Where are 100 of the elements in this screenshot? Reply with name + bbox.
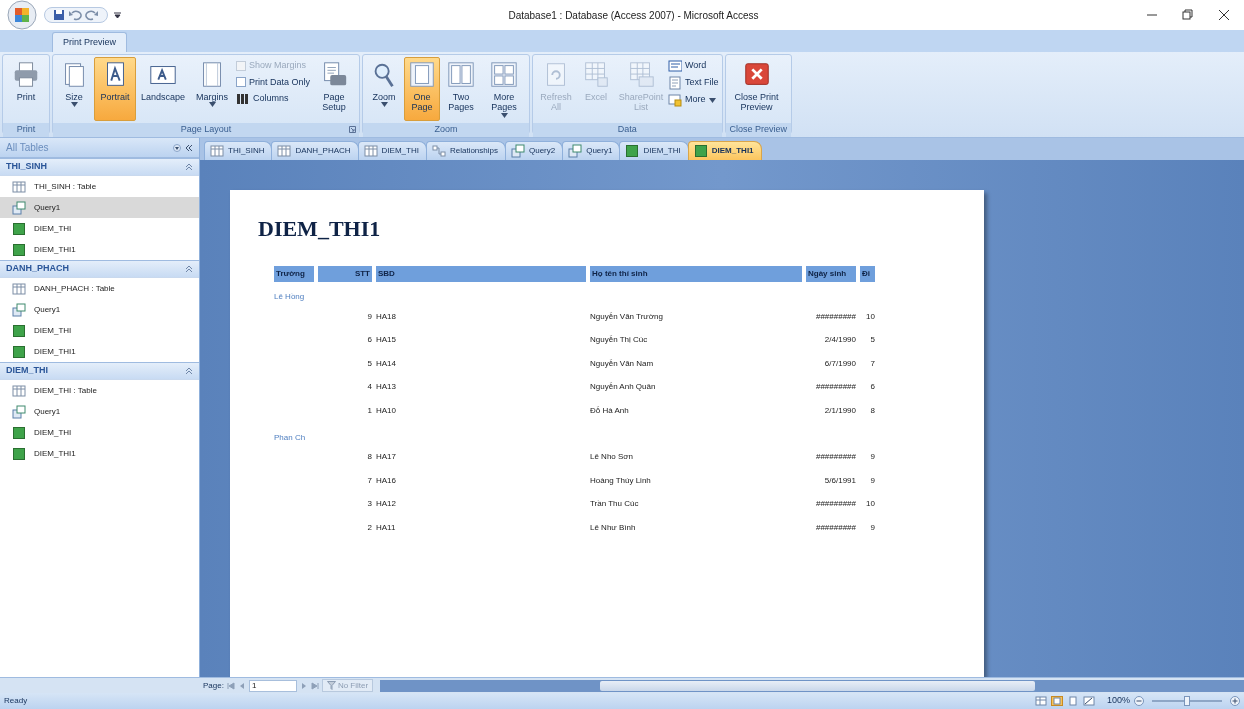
group-label: Page Layout [179, 123, 233, 136]
page-label: Page: [203, 679, 224, 692]
ribbon-button[interactable]: More Pages [482, 57, 527, 121]
table-cell: HA12 [376, 498, 396, 511]
column-header: SBD [376, 266, 586, 282]
zoom-in-icon[interactable] [1230, 696, 1240, 706]
page-number-field[interactable]: 1 [248, 679, 297, 692]
caret-icon [70, 102, 78, 108]
ribbon-tab[interactable]: Print Preview [52, 31, 127, 52]
ribbon-button[interactable]: Text File [668, 76, 719, 90]
table-cell: Hoàng Thúy Linh [590, 474, 651, 487]
query-icon [12, 200, 26, 215]
office-button-icon [6, 0, 38, 30]
table-cell: Lê Nho Sơn [590, 451, 634, 464]
dropdown-icon [173, 143, 181, 152]
table-cell: 6 [367, 334, 372, 347]
layout-view-icon[interactable] [1066, 696, 1079, 706]
table-cell: HA10 [376, 404, 396, 417]
two-pages-icon [446, 60, 477, 90]
table-cell: 3 [367, 498, 372, 511]
document-tab[interactable]: Query1 [562, 141, 621, 160]
dialog-launcher-icon[interactable] [349, 126, 357, 133]
table-cell: ######### [815, 498, 856, 511]
report-title: DIEM_THI1 [258, 218, 382, 240]
ribbon-button[interactable]: Page Setup [312, 57, 357, 121]
columns-icon [236, 92, 250, 106]
table-cell: HA14 [376, 357, 396, 370]
group-label: Print [15, 123, 37, 136]
next-page-icon[interactable] [299, 681, 308, 690]
checkbox[interactable] [236, 77, 246, 88]
ribbon-button[interactable]: Print [6, 57, 46, 121]
group-header[interactable]: THI_SINH [0, 158, 199, 176]
zoom-out-icon[interactable] [1134, 696, 1144, 706]
column-header: Ngày sinh [806, 266, 856, 282]
ribbon-button[interactable]: Close Print Preview [728, 57, 785, 121]
document-tab[interactable]: DIEM_THI [357, 141, 427, 160]
document-tab[interactable]: DIEM_THI [619, 141, 689, 160]
table-cell: Nguyễn Văn Nam [590, 357, 654, 370]
ribbon-button[interactable]: Word [668, 59, 719, 73]
export-icon [668, 93, 683, 107]
table-cell: 9 [870, 521, 875, 534]
print-preview-view-icon[interactable] [1050, 696, 1063, 706]
group-name: Lê Hồng [274, 292, 305, 301]
zoom-percent[interactable]: 100% [1106, 694, 1130, 708]
group-header[interactable]: DANH_PHACH [0, 260, 199, 278]
caret-icon [500, 112, 508, 118]
table-cell: 5 [367, 357, 372, 370]
document-tab[interactable]: Relationships [425, 141, 506, 160]
nav-item[interactable]: Query1 [0, 197, 199, 218]
table-cell: HA18 [376, 310, 396, 323]
slider-thumb[interactable] [1184, 696, 1190, 706]
last-page-icon[interactable] [310, 681, 319, 690]
table-cell: 5 [870, 334, 875, 347]
table-cell: 2 [367, 521, 372, 534]
table-cell: 2/4/1990 [824, 334, 856, 347]
group-title: DIEM_THI [6, 364, 49, 378]
ribbon-button[interactable]: Size [56, 57, 92, 121]
design-view-icon[interactable] [1082, 696, 1095, 706]
group-name: Phan Ch [274, 432, 306, 442]
document-tab[interactable]: DANH_PHACH [271, 141, 359, 160]
ribbon-button[interactable]: More [668, 93, 719, 107]
ribbon-button[interactable]: Columns [236, 92, 311, 106]
ribbon-button[interactable]: Landscape [138, 57, 188, 121]
table-cell: Trần Thu Cúc [590, 498, 639, 511]
four-pages-icon [489, 60, 520, 90]
status-text: Ready [4, 695, 29, 707]
query-icon [12, 302, 26, 317]
first-page-icon[interactable] [226, 681, 235, 690]
ribbon-button[interactable]: Portrait [94, 57, 136, 121]
document-tab[interactable]: THI_SINH [204, 141, 273, 160]
ribbon-button[interactable]: Zoom [366, 57, 403, 121]
datasheet-view-icon[interactable] [1034, 696, 1047, 706]
group-header[interactable]: DIEM_THI [0, 362, 199, 380]
ribbon-button[interactable]: One Page [404, 57, 441, 121]
ribbon-button[interactable]: Margins [190, 57, 234, 121]
scrollbar-thumb[interactable] [600, 680, 1036, 691]
table-cell: HA11 [376, 521, 396, 534]
report-icon [693, 144, 708, 158]
collapse-pane-icon [185, 143, 193, 152]
table-icon [12, 383, 26, 398]
ribbon-button[interactable]: Two Pages [442, 57, 481, 121]
column-header: Trường [274, 266, 314, 282]
table-cell: 8 [870, 404, 875, 417]
query-icon [12, 404, 26, 419]
table-cell: 1 [367, 404, 372, 417]
table-icon [277, 144, 292, 158]
document-tab[interactable]: DIEM_THI1 [687, 141, 762, 160]
query-icon [510, 144, 525, 158]
table-cell: 7 [870, 357, 875, 370]
report-icon [12, 446, 26, 461]
table-cell: 10 [866, 498, 875, 511]
report-icon [12, 323, 26, 338]
column-header: Họ tên thí sinh [590, 266, 802, 282]
pane-title: All Tables [6, 141, 50, 155]
document-tab[interactable]: Query2 [504, 141, 564, 160]
table-cell: ######### [815, 310, 856, 323]
table-cell: HA16 [376, 474, 396, 487]
horizontal-scrollbar[interactable] [380, 679, 1244, 692]
table-cell: 9 [870, 474, 875, 487]
group-label: Data [616, 123, 638, 136]
